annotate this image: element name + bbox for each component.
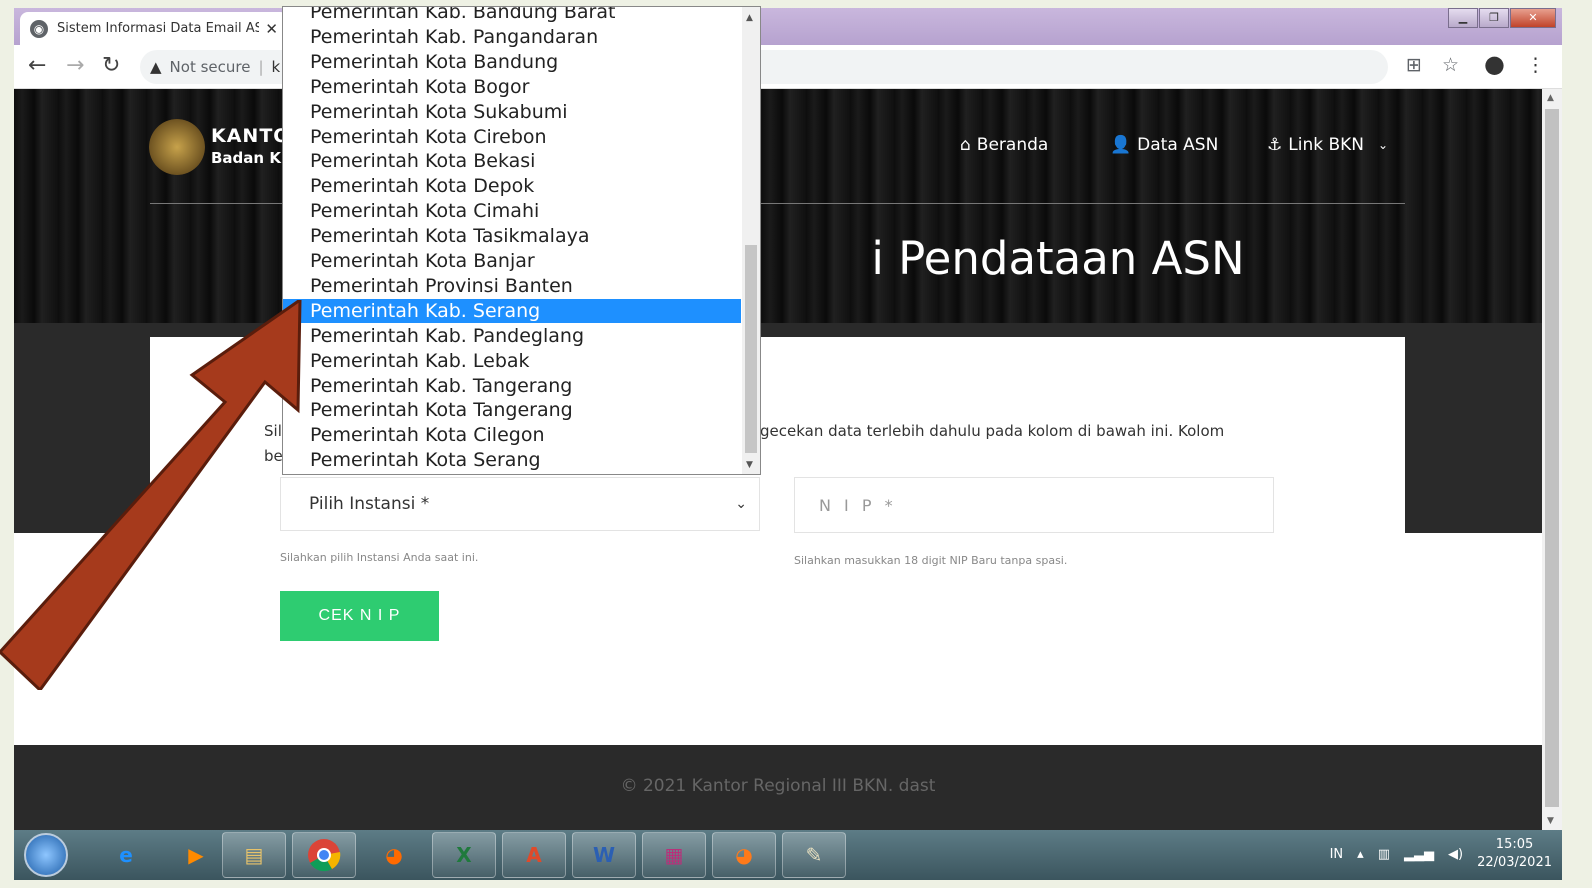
chrome-icon[interactable] [292,832,356,878]
home-icon: ⌂ [960,135,971,155]
dropdown-option[interactable]: Pemerintah Kab. Pandeglang [283,324,741,348]
dropdown-option[interactable]: Pemerintah Kab. Lebak [283,349,741,373]
paint-icon[interactable]: ✎ [782,832,846,878]
nav-beranda-label: Beranda [976,135,1049,155]
red-arrow-annotation [0,300,302,690]
dropdown-option[interactable]: Pemerintah Kab. Pangandaran [283,25,741,49]
profile-icon[interactable]: ● [1484,50,1505,78]
dropdown-option[interactable]: Pemerintah Kota Depok [283,174,741,198]
dropdown-option[interactable]: Pemerintah Kota Banjar [283,249,741,273]
arrow-shape [0,300,302,690]
scroll-up-icon[interactable]: ▲ [1547,93,1554,103]
browser-toolbar: ← → ↻ ▲ Not secure | k ⊞ ☆ ● ⋮ [14,45,1562,89]
dropdown-option[interactable]: Pemerintah Kota Tangerang [283,398,741,422]
site-footer: © 2021 Kantor Regional III BKN. dast [14,745,1542,830]
winrar-icon[interactable]: ▦ [642,832,706,878]
dropdown-option[interactable]: Pemerintah Kota Cimahi [283,199,741,223]
start-button[interactable] [24,833,68,877]
firefox-active-icon[interactable]: ◕ [712,832,776,878]
url-text: k [271,58,281,76]
minimize-button[interactable]: ▁ [1448,8,1478,28]
dropdown-option[interactable]: Pemerintah Kota Sukabumi [283,100,741,124]
nip-input[interactable]: N I P * [794,477,1274,533]
brand-line2: Badan K [211,149,281,167]
dropdown-scroll-thumb[interactable] [745,245,757,453]
chevron-down-icon: ⌄ [735,496,747,512]
maximize-button[interactable]: ❐ [1479,8,1509,28]
dropdown-option[interactable]: Pemerintah Kab. Tangerang [283,374,741,398]
page-scrollbar[interactable]: ▲ ▼ [1542,89,1562,830]
intro-right: gecekan data terlebih dahulu pada kolom … [760,422,1225,440]
nav-link-bkn[interactable]: ⚓ Link BKN ⌄ [1267,135,1388,155]
tab-close-icon[interactable]: ✕ [265,20,278,38]
dropdown-option[interactable]: Pemerintah Kota Cirebon [283,125,741,149]
scroll-down-icon[interactable]: ▼ [746,460,753,470]
clock-date: 22/03/2021 [1477,855,1552,870]
globe-icon: ◉ [30,19,48,38]
word-icon[interactable]: W [572,832,636,878]
dropdown-option[interactable]: Pemerintah Kota Tasikmalaya [283,224,741,248]
nip-hint: Silahkan masukkan 18 digit NIP Baru tanp… [794,554,1068,567]
show-hidden-icons-icon[interactable]: ▴ [1357,847,1364,862]
network-icon[interactable]: ▥ [1378,847,1390,862]
firefox-icon[interactable]: ◕ [362,832,426,878]
security-label: Not secure [169,58,251,76]
excel-icon[interactable]: X [432,832,496,878]
garuda-logo [149,119,205,175]
clock-time: 15:05 [1495,837,1534,852]
scroll-down-icon[interactable]: ▼ [1547,816,1554,826]
chrome-logo [308,839,341,872]
dropdown-option[interactable]: Pemerintah Kab. Bandung Barat [283,7,741,24]
user-icon: 👤 [1110,135,1132,155]
dropdown-option[interactable]: Pemerintah Provinsi Banten [283,274,741,298]
windows-taskbar: e ▶ ▤ ◕ X A W ▦ ◕ ✎ IN ▴ ▥ ▂▃▅ ◀) 15:05 … [14,830,1562,880]
clock[interactable]: 15:05 22/03/2021 [1477,836,1552,872]
address-separator: | [258,58,264,76]
instansi-select-value: Pilih Instansi * [309,494,430,514]
nav-beranda[interactable]: ⌂ Beranda [960,135,1048,155]
forward-icon[interactable]: → [66,53,84,78]
nav-data-asn-label: Data ASN [1137,135,1219,155]
menu-icon[interactable]: ⋮ [1526,54,1545,76]
nav-data-asn[interactable]: 👤 Data ASN [1110,135,1218,155]
browser-tab[interactable]: ◉ Sistem Informasi Data Email ASN ✕ [20,12,288,45]
hero-section: KANTO Badan K ⌂ Beranda 👤 Data ASN ⚓ Lin… [14,89,1542,323]
reload-icon[interactable]: ↻ [102,53,120,78]
system-tray: IN ▴ ▥ ▂▃▅ ◀) 15:05 22/03/2021 [1330,836,1552,872]
dropdown-option[interactable]: Pemerintah Kota Serang [283,448,741,472]
star-icon[interactable]: ☆ [1442,54,1459,76]
volume-icon[interactable]: ◀) [1448,847,1463,862]
dropdown-option[interactable]: Pemerintah Kab. Serang [283,298,741,323]
instansi-dropdown-list[interactable]: Pemerintah Kab. Bandung Barat Pemerintah … [282,6,761,475]
chevron-down-icon: ⌄ [1378,138,1389,152]
brand-line1: KANTO [211,125,291,147]
dropdown-option[interactable]: Pemerintah Kota Bogor [283,75,741,99]
language-indicator[interactable]: IN [1330,847,1344,862]
dropdown-option[interactable]: Pemerintah Kota Bandung [283,50,741,74]
file-explorer-icon[interactable]: ▤ [222,832,286,878]
back-icon[interactable]: ← [28,53,46,78]
dropdown-option[interactable]: Pemerintah Kota Cilegon [283,423,741,447]
translate-icon[interactable]: ⊞ [1406,54,1422,76]
dropdown-option[interactable]: Pemerintah Kota Bekasi [283,149,741,173]
signal-icon[interactable]: ▂▃▅ [1404,847,1434,862]
scroll-up-icon[interactable]: ▲ [746,13,753,23]
tab-title: Sistem Informasi Data Email ASN [57,21,260,36]
page-scroll-thumb[interactable] [1545,109,1559,807]
instansi-select[interactable]: Pilih Instansi * ⌄ [280,477,760,531]
close-window-button[interactable]: ✕ [1510,8,1556,28]
nav-link-bkn-label: Link BKN [1288,135,1364,155]
window-controls: ▁ ❐ ✕ [1447,8,1556,28]
pdf-icon[interactable]: A [502,832,566,878]
site-brand[interactable]: KANTO Badan K [211,125,290,169]
internet-explorer-icon[interactable]: e [94,832,158,878]
warning-icon: ▲ [150,58,162,76]
anchor-icon: ⚓ [1267,135,1283,155]
hero-title: i Pendataan ASN [871,232,1245,285]
media-player-icon[interactable]: ▶ [164,832,228,878]
dropdown-scrollbar[interactable]: ▲ ▼ [742,7,760,474]
tab-strip: ◉ Sistem Informasi Data Email ASN ✕ ▁ ❐ … [14,8,1562,45]
